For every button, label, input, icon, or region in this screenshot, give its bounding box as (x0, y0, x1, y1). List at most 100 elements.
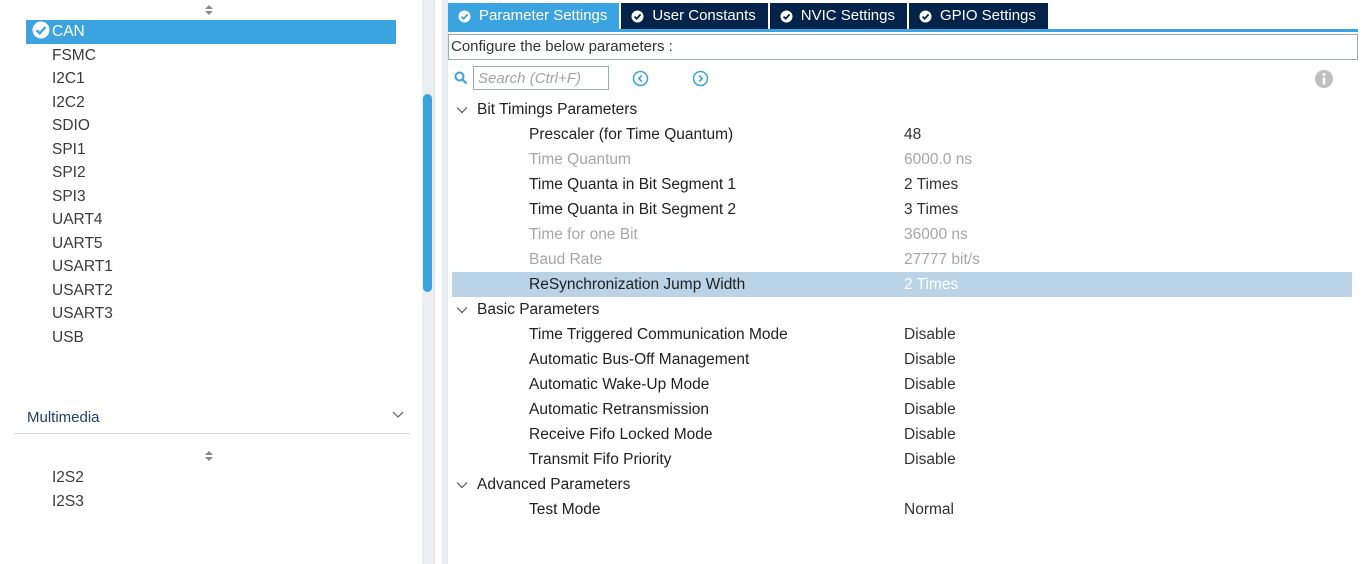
peripheral-item-spi2[interactable]: SPI2 (26, 161, 396, 185)
parameter-row[interactable]: ReSynchronization Jump Width 2 Times (452, 272, 1352, 297)
parameter-name: Baud Rate (529, 251, 603, 268)
parameter-group[interactable]: Advanced Parameters (452, 472, 1352, 497)
peripheral-item-i2s2[interactable]: I2S2 (26, 466, 84, 490)
category-title: Multimedia (27, 409, 100, 426)
sort-icon[interactable] (204, 450, 214, 463)
connectivity-list: CAN FSMC I2C1 I2C2 SDIO SPI1 SPI2 SPI3 UART4 UART… (26, 20, 396, 349)
peripheral-label: FSMC (52, 46, 96, 64)
tab-user-constants[interactable]: User Constants (621, 3, 768, 29)
check-circle-icon (32, 21, 50, 39)
tab-label: Parameter Settings (479, 7, 608, 24)
peripheral-item-uart5[interactable]: UART5 (26, 232, 396, 256)
peripheral-label: USART2 (52, 281, 113, 299)
group-title: Basic Parameters (477, 301, 600, 318)
parameter-row[interactable]: Prescaler (for Time Quantum) 48 (452, 122, 1352, 147)
parameter-value[interactable]: 48 (904, 122, 921, 147)
check-circle-icon (458, 10, 471, 22)
sort-icon[interactable] (204, 4, 214, 17)
tab-parameter-settings[interactable]: Parameter Settings (448, 3, 620, 29)
parameter-row[interactable]: Baud Rate 27777 bit/s (452, 247, 1352, 272)
parameter-name: Prescaler (for Time Quantum) (529, 126, 734, 143)
parameter-row[interactable]: Automatic Wake-Up Mode Disable (452, 372, 1352, 397)
peripheral-item-i2s3[interactable]: I2S3 (26, 490, 84, 514)
chevron-down-icon (456, 107, 468, 114)
peripheral-label: UART5 (52, 234, 103, 252)
tab-label: User Constants (652, 7, 756, 24)
peripheral-item-spi3[interactable]: SPI3 (26, 185, 396, 209)
parameter-row[interactable]: Transmit Fifo Priority Disable (452, 447, 1352, 472)
parameter-name: Test Mode (529, 501, 601, 518)
parameter-value[interactable]: Disable (904, 422, 956, 447)
parameter-group[interactable]: Basic Parameters (452, 297, 1352, 322)
configuration-panel: Parameter Settings User Constants NVIC Set… (448, 0, 1363, 564)
parameter-value[interactable]: Normal (904, 497, 954, 522)
prev-circle-icon[interactable] (632, 70, 649, 87)
parameter-value[interactable]: 3 Times (904, 197, 958, 222)
peripheral-item-fsmc[interactable]: FSMC (26, 44, 396, 68)
peripheral-label: USART1 (52, 258, 113, 275)
tab-nvic-settings[interactable]: NVIC Settings (769, 3, 907, 29)
peripheral-label: CAN (52, 23, 85, 40)
peripheral-label: SPI2 (52, 164, 86, 181)
parameter-row[interactable]: Time Quantum 6000.0 ns (452, 147, 1352, 172)
check-circle-icon (631, 10, 644, 22)
info-icon[interactable] (1314, 69, 1334, 89)
parameter-name: Receive Fifo Locked Mode (529, 426, 713, 443)
parameter-row[interactable]: Time Quanta in Bit Segment 2 3 Times (452, 197, 1352, 222)
group-title: Bit Timings Parameters (477, 101, 638, 118)
peripheral-item-i2c1[interactable]: I2C1 (26, 67, 396, 91)
search-input[interactable] (473, 66, 609, 90)
tab-underline (448, 29, 1358, 32)
parameter-name: Time Quanta in Bit Segment 1 (529, 176, 737, 193)
peripheral-item-usart2[interactable]: USART2 (26, 279, 396, 303)
peripheral-item-uart4[interactable]: UART4 (26, 208, 396, 232)
parameter-name: Time Triggered Communication Mode (529, 326, 788, 343)
parameter-row[interactable]: Automatic Retransmission Disable (452, 397, 1352, 422)
peripheral-label: I2S3 (52, 492, 84, 510)
parameter-row[interactable]: Automatic Bus-Off Management Disable (452, 347, 1352, 372)
peripheral-item-i2c2[interactable]: I2C2 (26, 91, 396, 115)
parameter-row[interactable]: Test Mode Normal (452, 497, 1352, 522)
group-title: Advanced Parameters (477, 476, 631, 493)
parameter-row[interactable]: Time Triggered Communication Mode Disable (452, 322, 1352, 347)
parameter-value[interactable]: Disable (904, 347, 956, 372)
scrollbar-thumb[interactable] (423, 94, 432, 292)
chevron-down-icon (392, 411, 404, 418)
peripheral-label: SPI1 (52, 140, 86, 158)
parameter-row[interactable]: Time for one Bit 36000 ns (452, 222, 1352, 247)
parameter-value: 6000.0 ns (904, 151, 973, 168)
parameter-row[interactable]: Receive Fifo Locked Mode Disable (452, 422, 1352, 447)
parameter-value[interactable]: Disable (904, 322, 956, 347)
next-circle-icon[interactable] (692, 70, 709, 87)
parameter-value[interactable]: Disable (904, 447, 956, 472)
peripheral-label: I2C2 (52, 93, 85, 111)
peripheral-label: SDIO (52, 117, 90, 134)
tab-gpio-settings[interactable]: GPIO Settings (909, 3, 1048, 29)
check-circle-icon (919, 10, 932, 22)
parameter-name: Time for one Bit (529, 226, 638, 243)
peripheral-label: SPI3 (52, 187, 86, 205)
parameter-value[interactable]: 2 Times (904, 172, 958, 197)
multimedia-list: I2S2 I2S3 (26, 466, 84, 513)
parameter-group[interactable]: Bit Timings Parameters (452, 97, 1352, 122)
peripheral-label: USART3 (52, 305, 113, 322)
parameter-row[interactable]: Time Quanta in Bit Segment 1 2 Times (452, 172, 1352, 197)
peripheral-item-can[interactable]: CAN (26, 20, 396, 44)
peripheral-item-usart1[interactable]: USART1 (26, 255, 396, 279)
tab-bar: Parameter Settings User Constants NVIC Set… (448, 3, 1050, 29)
peripheral-panel: CAN FSMC I2C1 I2C2 SDIO SPI1 SPI2 SPI3 UART4 UART… (0, 0, 422, 564)
parameter-value[interactable]: Disable (904, 397, 956, 422)
multimedia-category[interactable]: Multimedia (14, 404, 410, 434)
config-header: Configure the below parameters : (448, 34, 1358, 60)
peripheral-item-spi1[interactable]: SPI1 (26, 138, 396, 162)
parameter-value[interactable]: Disable (904, 372, 956, 397)
peripheral-item-usart3[interactable]: USART3 (26, 302, 396, 326)
parameter-name: Time Quantum (529, 151, 631, 168)
parameter-name: Automatic Retransmission (529, 401, 710, 418)
peripheral-item-sdio[interactable]: SDIO (26, 114, 396, 138)
peripheral-item-usb[interactable]: USB (26, 326, 396, 350)
peripheral-label: UART4 (52, 211, 103, 228)
parameter-name: Automatic Wake-Up Mode (529, 376, 710, 393)
config-label: Configure the below parameters : (451, 38, 673, 55)
parameter-value[interactable]: 2 Times (904, 272, 958, 297)
